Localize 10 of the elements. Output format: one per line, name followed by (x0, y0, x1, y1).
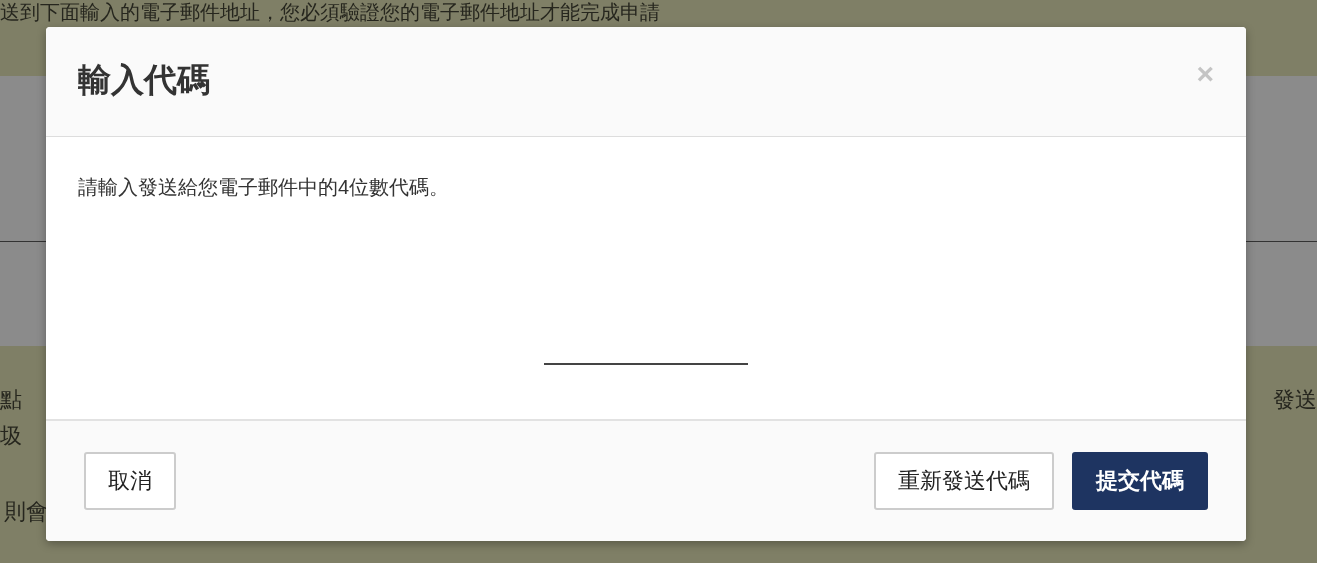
page-text: 圾 (0, 422, 23, 450)
resend-button[interactable]: 重新發送代碼 (874, 452, 1054, 510)
submit-button[interactable]: 提交代碼 (1072, 452, 1208, 510)
page-text: 則會 (3, 498, 48, 526)
dialog-message: 請輸入發送給您電子郵件中的4位數代碼。 (78, 175, 451, 200)
dialog-title: 輸入代碼 (78, 60, 210, 100)
page-text: 點 (0, 386, 23, 414)
page-text: 發送 (1273, 386, 1317, 414)
cancel-button[interactable]: 取消 (84, 452, 176, 510)
page-text: 送到下面輸入的電子郵件地址，您必須驗證您的電子郵件地址才能完成申請 (0, 1, 661, 23)
